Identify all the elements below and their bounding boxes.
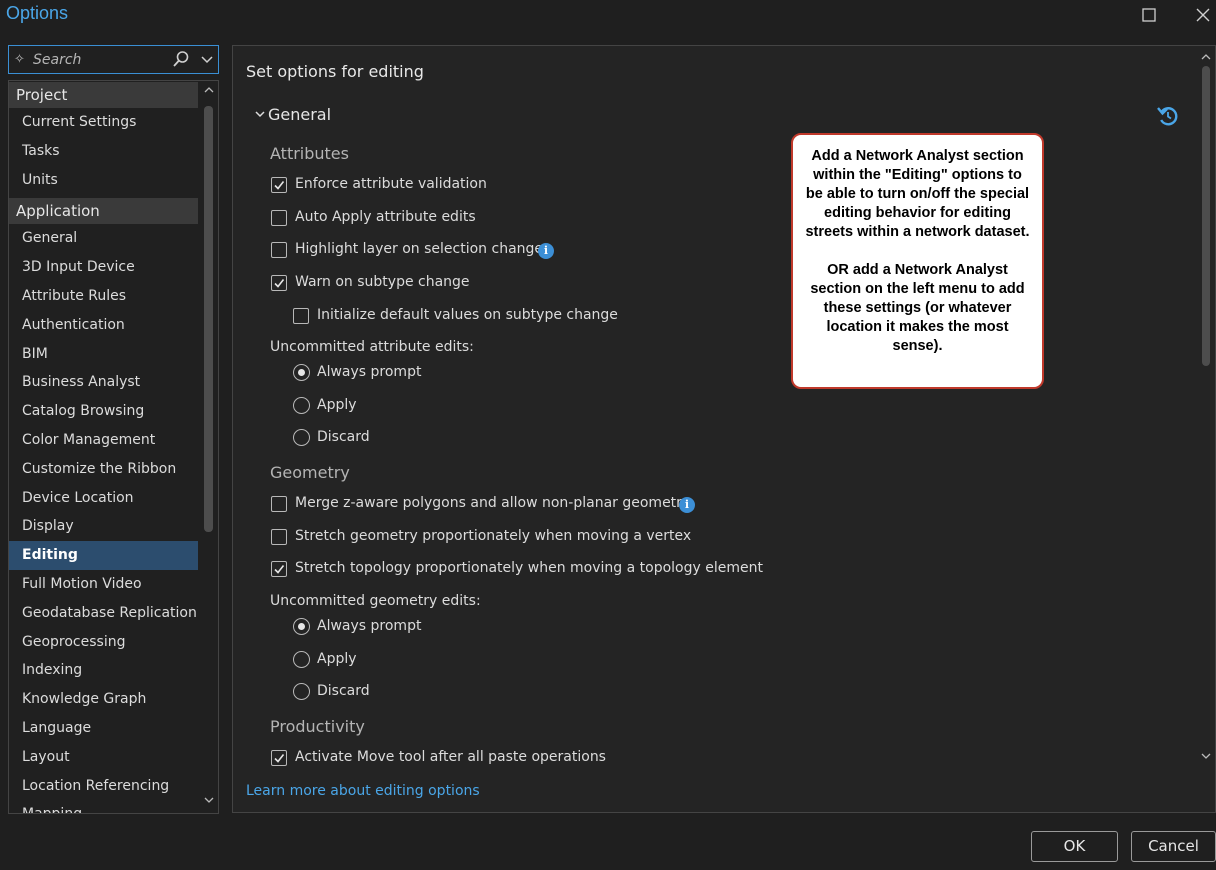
nav-item-attribute-rules[interactable]: Attribute Rules <box>9 282 198 311</box>
geom-discard-label: Discard <box>317 683 370 699</box>
application-items: General 3D Input Device Attribute Rules Aut… <box>9 224 198 813</box>
attr-always-prompt-radio[interactable] <box>293 364 310 381</box>
nav-item-full-motion-video[interactable]: Full Motion Video <box>9 570 198 599</box>
attr-apply-label: Apply <box>317 397 357 413</box>
warn-subtype-label: Warn on subtype change <box>295 274 470 290</box>
nav-item-3d-input-device[interactable]: 3D Input Device <box>9 253 198 282</box>
merge-z-checkbox[interactable] <box>271 496 287 512</box>
nav-item-units[interactable]: Units <box>9 166 198 195</box>
maximize-icon[interactable] <box>1138 4 1160 26</box>
nav-item-editing[interactable]: Editing <box>9 541 198 570</box>
attr-discard-label: Discard <box>317 429 370 445</box>
nav-item-bim[interactable]: BIM <box>9 340 198 369</box>
attr-always-prompt-label: Always prompt <box>317 364 422 380</box>
nav-item-geodatabase-replication[interactable]: Geodatabase Replication <box>9 599 198 628</box>
nav-item-catalog-browsing[interactable]: Catalog Browsing <box>9 397 198 426</box>
scroll-down-icon[interactable] <box>203 794 215 806</box>
nav-item-tasks[interactable]: Tasks <box>9 137 198 166</box>
search-icon[interactable] <box>172 50 190 68</box>
attributes-heading: Attributes <box>270 144 349 163</box>
geom-always-prompt-radio[interactable] <box>293 618 310 635</box>
window-title: Options <box>6 3 69 23</box>
search-box: ✧ <box>8 45 219 74</box>
init-defaults-label: Initialize default values on subtype cha… <box>317 307 618 323</box>
uncommitted-attribute-label: Uncommitted attribute edits: <box>270 339 474 355</box>
enforce-validation-checkbox[interactable] <box>271 177 287 193</box>
geom-apply-radio[interactable] <box>293 651 310 668</box>
scroll-up-icon[interactable] <box>203 84 215 96</box>
stretch-topology-checkbox[interactable] <box>271 561 287 577</box>
panel-scrollbar[interactable] <box>1197 46 1215 772</box>
title-bar: Options <box>0 0 1216 30</box>
stretch-geometry-checkbox[interactable] <box>271 529 287 545</box>
nav-list: Project Current Settings Tasks Units Appli… <box>9 81 198 813</box>
chevron-down-icon[interactable] <box>199 51 215 67</box>
attr-apply-radio[interactable] <box>293 397 310 414</box>
sparkle-icon: ✧ <box>14 52 25 67</box>
nav-header-application: Application <box>9 198 198 225</box>
options-nav: Project Current Settings Tasks Units Appli… <box>8 80 219 814</box>
nav-item-device-location[interactable]: Device Location <box>9 484 198 513</box>
nav-item-language[interactable]: Language <box>9 714 198 743</box>
nav-item-color-management[interactable]: Color Management <box>9 426 198 455</box>
activate-move-checkbox[interactable] <box>271 750 287 766</box>
stretch-topology-label: Stretch topology proportionately when mo… <box>295 560 763 576</box>
enforce-validation-label: Enforce attribute validation <box>295 176 487 192</box>
nav-scrollbar[interactable] <box>200 81 218 813</box>
nav-item-indexing[interactable]: Indexing <box>9 656 198 685</box>
nav-item-display[interactable]: Display <box>9 512 198 541</box>
nav-item-business-analyst[interactable]: Business Analyst <box>9 368 198 397</box>
nav-item-layout[interactable]: Layout <box>9 743 198 772</box>
auto-apply-checkbox[interactable] <box>271 210 287 226</box>
geometry-heading: Geometry <box>270 463 350 482</box>
nav-item-customize-the-ribbon[interactable]: Customize the Ribbon <box>9 455 198 484</box>
ok-button[interactable]: OK <box>1031 831 1118 862</box>
options-panel: Set options for editing General Attribut… <box>232 45 1216 813</box>
cancel-button[interactable]: Cancel <box>1131 831 1216 862</box>
section-general-title[interactable]: General <box>268 105 331 124</box>
page-title: Set options for editing <box>246 62 424 81</box>
learn-more-link[interactable]: Learn more about editing options <box>246 783 480 799</box>
info-icon[interactable]: i <box>679 497 695 513</box>
highlight-layer-checkbox[interactable] <box>271 242 287 258</box>
geom-discard-radio[interactable] <box>293 683 310 700</box>
merge-z-label: Merge z-aware polygons and allow non-pla… <box>295 495 691 511</box>
annotation-callout: Add a Network Analyst section within the… <box>791 133 1044 389</box>
chevron-down-icon[interactable] <box>254 108 266 120</box>
callout-paragraph-1: Add a Network Analyst section within the… <box>805 148 1030 240</box>
nav-scroll-thumb[interactable] <box>204 106 213 532</box>
close-icon[interactable] <box>1192 4 1214 26</box>
nav-item-mapping[interactable]: Mapping <box>9 800 198 813</box>
project-items: Current Settings Tasks Units <box>9 108 198 194</box>
productivity-heading: Productivity <box>270 717 365 736</box>
search-input[interactable] <box>33 49 173 70</box>
activate-move-label: Activate Move tool after all paste opera… <box>295 749 606 765</box>
nav-item-general[interactable]: General <box>9 224 198 253</box>
scroll-up-icon[interactable] <box>1200 51 1212 63</box>
init-defaults-checkbox[interactable] <box>293 308 309 324</box>
highlight-layer-label: Highlight layer on selection change <box>295 241 544 257</box>
geom-always-prompt-label: Always prompt <box>317 618 422 634</box>
callout-paragraph-2: OR add a Network Analyst section on the … <box>810 262 1025 354</box>
nav-item-current-settings[interactable]: Current Settings <box>9 108 198 137</box>
scroll-down-icon[interactable] <box>1200 750 1212 762</box>
nav-item-geoprocessing[interactable]: Geoprocessing <box>9 628 198 657</box>
auto-apply-label: Auto Apply attribute edits <box>295 209 476 225</box>
attr-discard-radio[interactable] <box>293 429 310 446</box>
reset-icon[interactable] <box>1155 103 1181 129</box>
warn-subtype-checkbox[interactable] <box>271 275 287 291</box>
nav-item-knowledge-graph[interactable]: Knowledge Graph <box>9 685 198 714</box>
nav-header-project: Project <box>9 82 198 108</box>
uncommitted-geometry-label: Uncommitted geometry edits: <box>270 593 481 609</box>
nav-item-location-referencing[interactable]: Location Referencing <box>9 772 198 801</box>
geom-apply-label: Apply <box>317 651 357 667</box>
stretch-geometry-label: Stretch geometry proportionately when mo… <box>295 528 692 544</box>
panel-scroll-thumb[interactable] <box>1202 66 1210 366</box>
info-icon[interactable]: i <box>538 243 554 259</box>
nav-item-authentication[interactable]: Authentication <box>9 311 198 340</box>
